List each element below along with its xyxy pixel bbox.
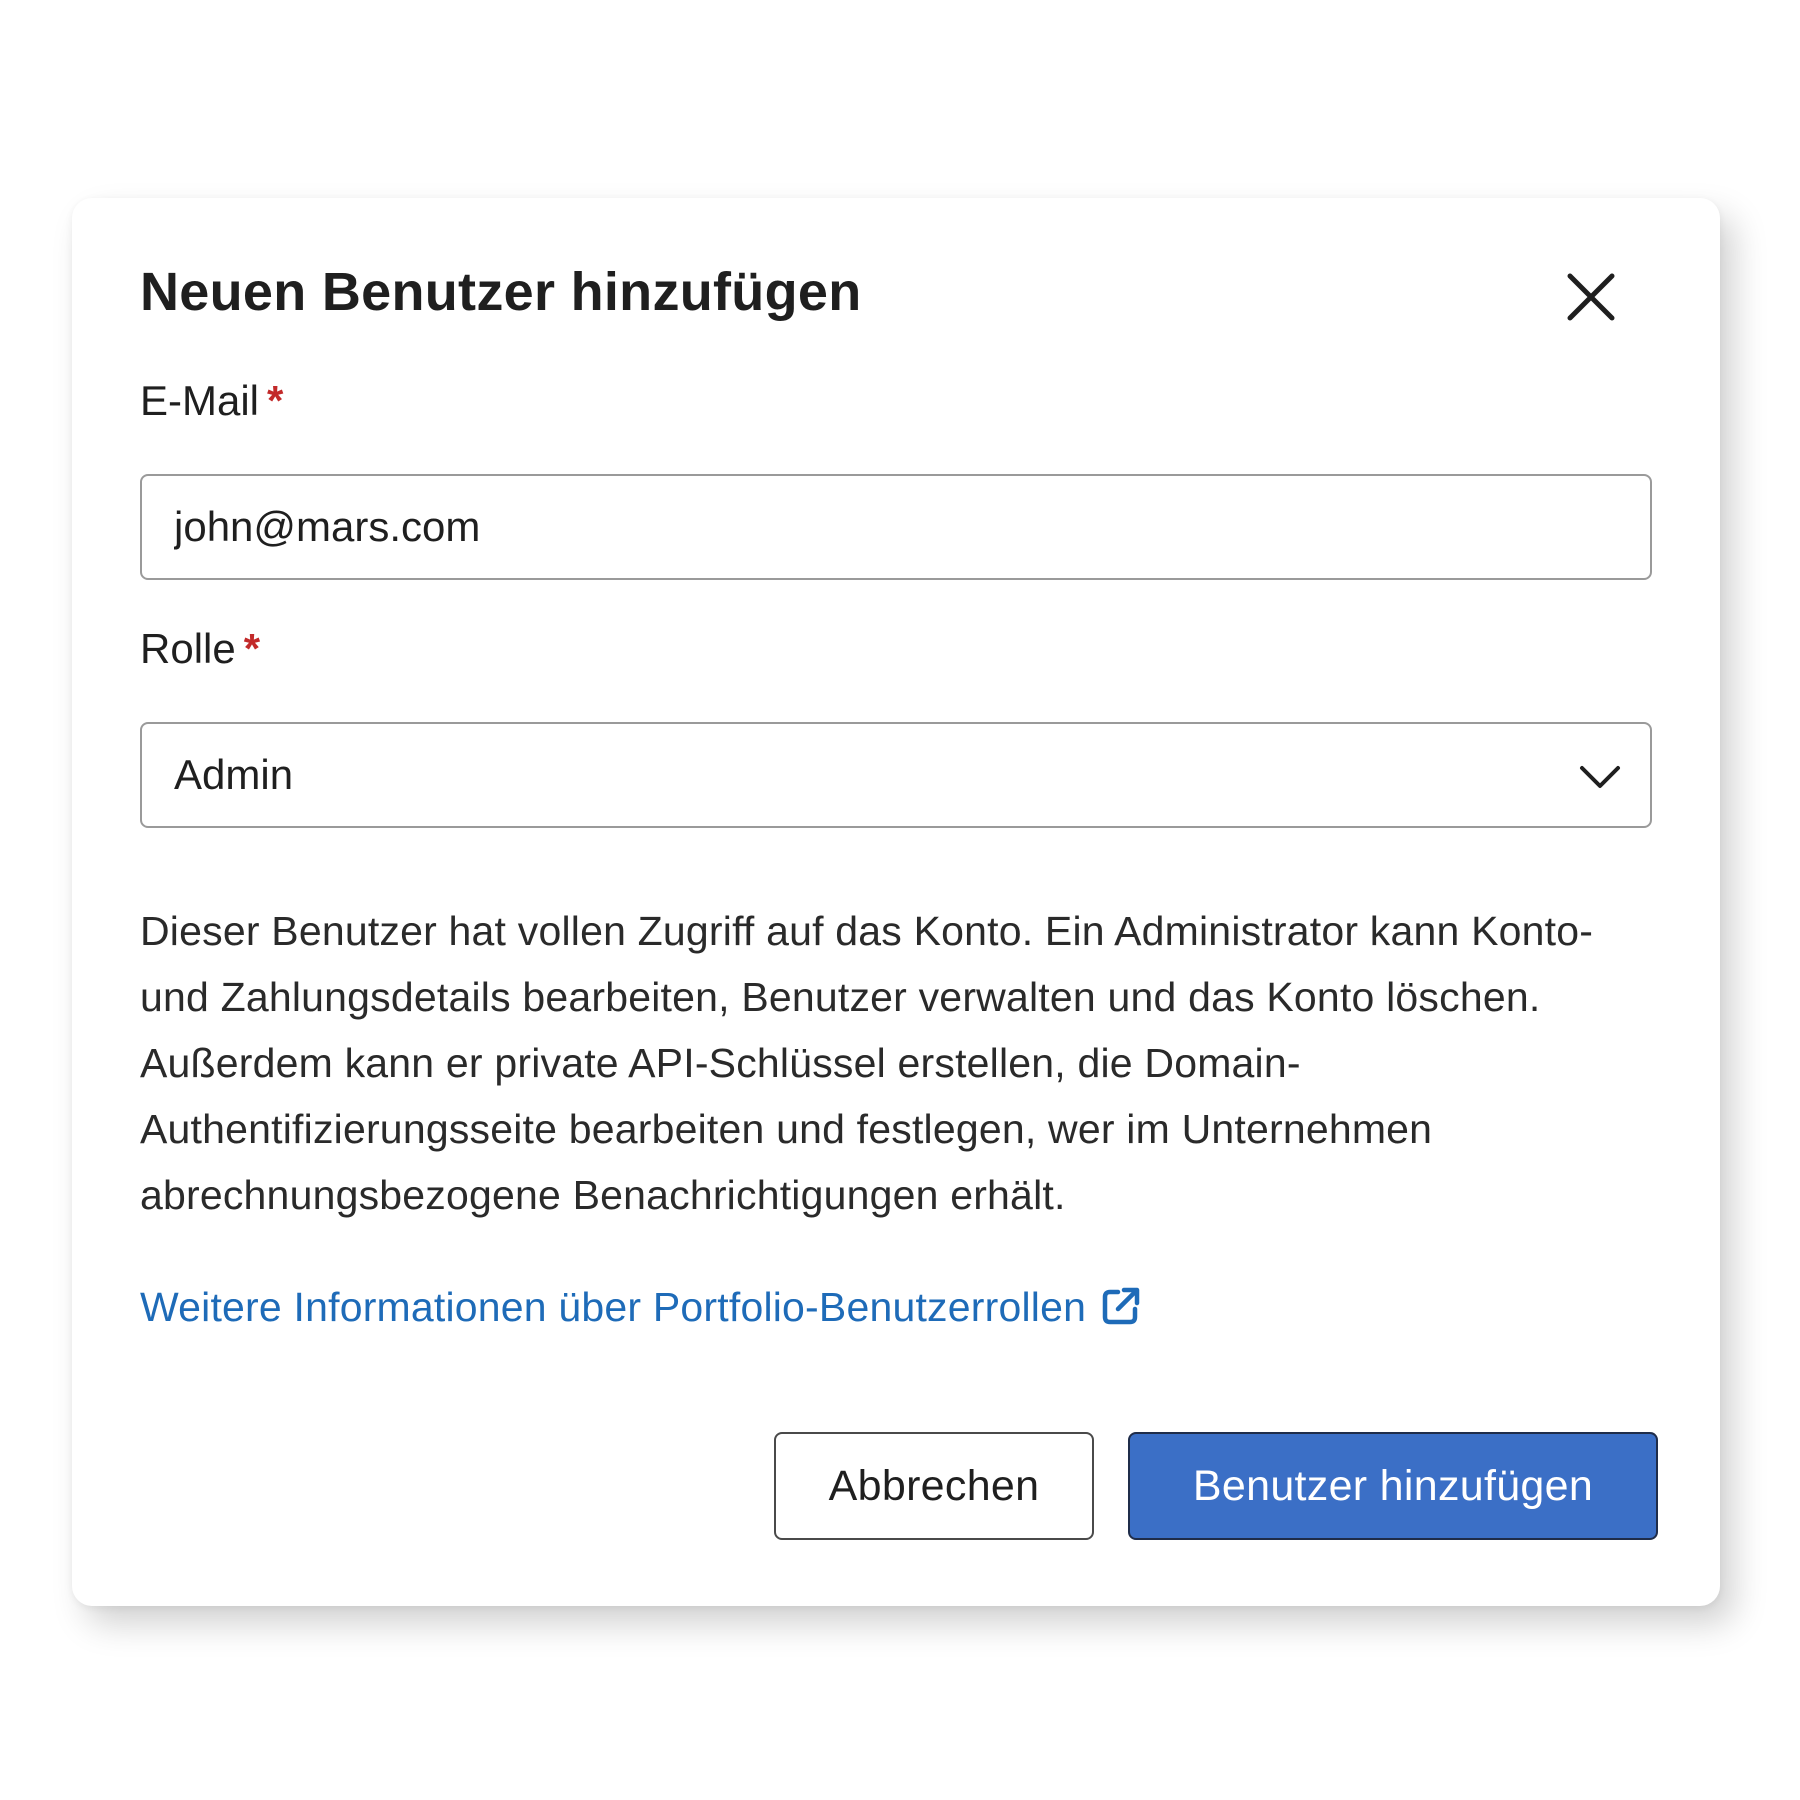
close-button[interactable] — [1562, 268, 1620, 326]
role-select-value: Admin — [174, 751, 294, 798]
close-icon — [1567, 273, 1615, 321]
email-label-text: E-Mail — [140, 377, 260, 424]
email-input[interactable] — [140, 474, 1652, 580]
email-label: E-Mail * — [140, 376, 283, 426]
email-required-marker: * — [267, 377, 284, 424]
role-required-marker: * — [243, 625, 261, 672]
role-label: Rolle * — [140, 624, 260, 674]
role-select[interactable]: Admin — [140, 722, 1652, 828]
cancel-button[interactable]: Abbrechen — [774, 1432, 1094, 1540]
role-label-text: Rolle — [140, 625, 236, 672]
role-info-link-label: Weitere Informationen über Portfolio-Ben… — [140, 1284, 1087, 1330]
role-description: Dieser Benutzer hat vollen Zugriff auf d… — [140, 908, 1594, 1218]
add-user-button[interactable]: Benutzer hinzufügen — [1128, 1432, 1658, 1540]
external-link-icon — [1102, 1287, 1140, 1325]
dialog-title: Neuen Benutzer hinzufügen — [140, 262, 862, 322]
add-user-dialog: Neuen Benutzer hinzufügen E-Mail* Rolle*… — [72, 198, 1720, 1606]
role-info-link[interactable]: Weitere Informationen über Portfolio-Ben… — [140, 1283, 1142, 1332]
chevron-down-icon — [1580, 766, 1620, 788]
